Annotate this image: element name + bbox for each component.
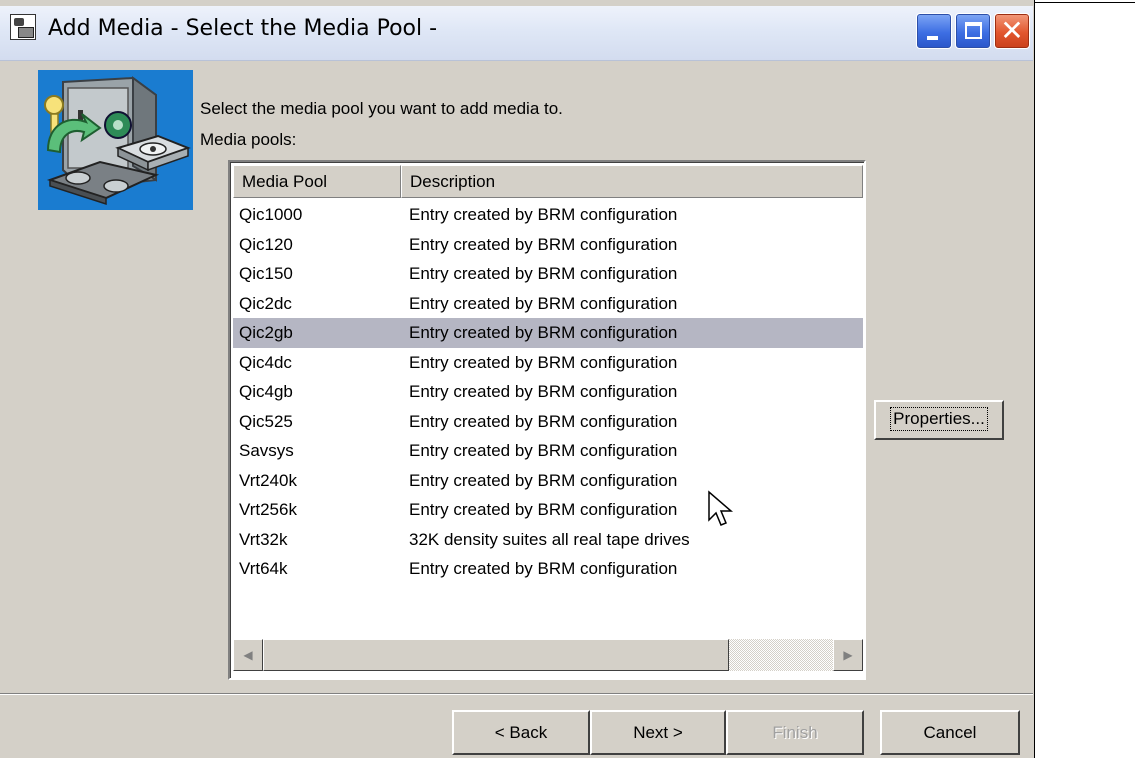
media-pool-cell: Qic2dc: [239, 293, 292, 313]
table-row[interactable]: Qic120 Entry created by BRM configuratio…: [233, 230, 863, 260]
table-row[interactable]: Savsys Entry created by BRM configuratio…: [233, 436, 863, 466]
media-pool-cell: Savsys: [239, 441, 294, 460]
description-cell: Entry created by BRM configuration: [409, 441, 678, 460]
table-body: Qic1000 Entry created by BRM configurati…: [233, 200, 863, 584]
left-arrow-icon[interactable]: ◀: [233, 639, 263, 671]
description-cell: Entry created by BRM configuration: [409, 500, 678, 519]
dialog-window: Add Media - Select the Media Pool - ✕ Se…: [0, 0, 1035, 758]
next-button[interactable]: Next >: [590, 710, 726, 755]
table-row[interactable]: Vrt256k Entry created by BRM configurati…: [233, 495, 863, 525]
media-pool-cell: Vrt32k: [239, 529, 288, 549]
media-pool-cell: Vrt240k: [239, 470, 297, 490]
right-arrow-icon[interactable]: ▶: [833, 639, 863, 671]
properties-button-label: Properties...: [890, 407, 988, 431]
scrollbar-thumb[interactable]: [263, 639, 729, 671]
description-cell: Entry created by BRM configuration: [409, 559, 678, 578]
footer-separator: [0, 693, 1033, 695]
table-row[interactable]: Vrt240k Entry created by BRM configurati…: [233, 466, 863, 496]
media-pool-table[interactable]: Media Pool Description Qic1000 Entry cre…: [228, 160, 866, 680]
minimize-icon: [927, 36, 938, 40]
close-icon: ✕: [1000, 14, 1024, 47]
close-button[interactable]: ✕: [994, 13, 1030, 49]
description-cell: 32K density suites all real tape drives: [409, 529, 690, 549]
safe-with-disks-icon: [38, 70, 193, 210]
description-cell: Entry created by BRM configuration: [409, 352, 678, 372]
column-header-description[interactable]: Description: [401, 165, 863, 198]
description-cell: Entry created by BRM configuration: [409, 382, 678, 401]
media-pool-cell: Qic1000: [239, 205, 303, 224]
description-cell: Entry created by BRM configuration: [409, 293, 678, 313]
description-cell: Entry created by BRM configuration: [409, 323, 678, 342]
minimize-button[interactable]: [916, 13, 952, 49]
description-cell: Entry created by BRM configuration: [409, 205, 678, 224]
table-row[interactable]: Qic525 Entry created by BRM configuratio…: [233, 407, 863, 437]
title-bar[interactable]: Add Media - Select the Media Pool - ✕: [0, 6, 1033, 61]
window-title: Add Media - Select the Media Pool -: [48, 16, 438, 41]
system-app-icon[interactable]: [10, 14, 36, 40]
table-row[interactable]: Qic4gb Entry created by BRM configuratio…: [233, 377, 863, 407]
description-cell: Entry created by BRM configuration: [409, 470, 678, 490]
media-pool-cell: Qic4gb: [239, 382, 293, 401]
finish-button[interactable]: Finish: [726, 710, 864, 755]
horizontal-scrollbar[interactable]: ◀ ▶: [233, 639, 863, 671]
description-cell: Entry created by BRM configuration: [409, 411, 678, 431]
table-row[interactable]: Vrt32k 32K density suites all real tape …: [233, 525, 863, 555]
properties-button[interactable]: Properties...: [874, 400, 1004, 440]
media-pool-cell: Vrt256k: [239, 500, 297, 519]
mouse-cursor-icon: [708, 490, 734, 526]
media-pool-cell: Qic150: [239, 264, 293, 283]
media-pools-label: Media pools:: [200, 130, 297, 149]
description-cell: Entry created by BRM configuration: [409, 264, 678, 283]
table-row[interactable]: Qic150 Entry created by BRM configuratio…: [233, 259, 863, 289]
maximize-button[interactable]: [955, 13, 991, 49]
table-row[interactable]: Qic1000 Entry created by BRM configurati…: [233, 200, 863, 230]
table-row-selected[interactable]: Qic2gb Entry created by BRM configuratio…: [233, 318, 863, 348]
maximize-icon: [965, 22, 982, 39]
media-pool-cell: Qic2gb: [239, 323, 293, 342]
table-row[interactable]: Vrt64k Entry created by BRM configuratio…: [233, 554, 863, 584]
media-pool-cell: Qic120: [239, 234, 293, 254]
table-row[interactable]: Qic2dc Entry created by BRM configuratio…: [233, 289, 863, 319]
description-cell: Entry created by BRM configuration: [409, 234, 678, 254]
table-row[interactable]: Qic4dc Entry created by BRM configuratio…: [233, 348, 863, 378]
instruction-text: Select the media pool you want to add me…: [200, 99, 563, 118]
media-pool-cell: Vrt64k: [239, 559, 288, 578]
back-button[interactable]: < Back: [452, 710, 590, 755]
cancel-button[interactable]: Cancel: [880, 710, 1020, 755]
column-header-media-pool[interactable]: Media Pool: [233, 165, 401, 198]
media-pool-cell: Qic525: [239, 411, 293, 431]
media-pool-cell: Qic4dc: [239, 352, 292, 372]
table-header: Media Pool Description: [233, 165, 863, 198]
